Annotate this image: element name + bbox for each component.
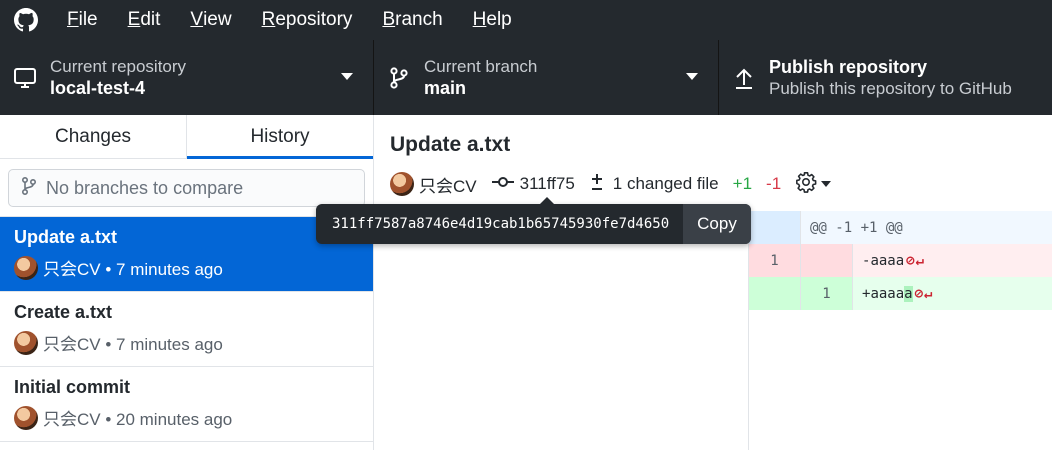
chevron-down-icon (686, 73, 698, 80)
commit-summary-title: Update a.txt (390, 133, 511, 156)
commit-details: Update a.txt 只会CV 311ff75 1 changed file… (375, 115, 1052, 450)
chevron-down-icon (821, 181, 832, 187)
avatar (14, 255, 38, 280)
diff-new-line-number: 1 (801, 277, 853, 310)
github-logo-icon (0, 0, 52, 40)
diff-new-line-number (801, 244, 853, 277)
commit-meta: 只会CV • 7 minutes ago (43, 335, 223, 354)
menu-branch[interactable]: Branch (367, 0, 457, 40)
tab-changes[interactable]: Changes (0, 115, 187, 158)
current-branch-value: main (424, 78, 467, 98)
no-newline-icon: ⊘ (906, 252, 915, 269)
toolbar: Current repository local-test-4 Current … (0, 40, 1052, 115)
menu-repository[interactable]: Repository (247, 0, 368, 40)
commit-sha-short[interactable]: 311ff75 (520, 174, 575, 194)
diff-old-line-number: 1 (749, 244, 801, 277)
diff-settings-button[interactable] (795, 171, 832, 198)
commit-title: Update a.txt (14, 227, 118, 247)
menu-file[interactable]: File (52, 0, 113, 40)
no-newline-icon: ⊘ (914, 285, 924, 302)
diff-highlight: a (904, 285, 913, 302)
current-repository-button[interactable]: Current repository local-test-4 (0, 40, 374, 115)
diff-text: aaaa (870, 252, 905, 269)
menu-edit[interactable]: Edit (113, 0, 176, 40)
branch-compare-input[interactable]: No branches to compare (8, 169, 365, 207)
diff-line-added[interactable]: 1 + aaaa a ⊘ ↵ (749, 277, 1052, 310)
branch-icon (374, 66, 424, 90)
diff-gutter (749, 211, 801, 244)
publish-repository-title: Publish repository (769, 57, 928, 77)
current-branch-button[interactable]: Current branch main (374, 40, 719, 115)
menu-bar: File Edit View Repository Branch Help (0, 0, 1052, 40)
diff-line-content: + aaaa a ⊘ ↵ (853, 277, 1052, 310)
commit-meta: 只会CV • 20 minutes ago (43, 410, 233, 429)
diff-hunk-header: @@ -1 +1 @@ (749, 211, 1052, 244)
desktop-icon (0, 67, 50, 89)
sidebar: Changes History No branches to compare U… (0, 115, 374, 450)
commit-title: Create a.txt (14, 302, 113, 322)
hunk-header-text: @@ -1 +1 @@ (810, 219, 903, 236)
sha-tooltip: 311ff7587a8746e4d19cab1b65745930fe7d4650… (316, 197, 751, 244)
avatar (390, 172, 414, 196)
commit-list-item[interactable]: Initial commit 只会CV • 20 minutes ago (0, 367, 373, 442)
diff-view: @@ -1 +1 @@ 1 - aaaa ⊘ ↵ 1 + aaaa a ⊘ ↵ (748, 211, 1052, 450)
upload-icon (719, 66, 769, 90)
publish-repository-desc: Publish this repository to GitHub (769, 79, 1012, 98)
avatar (14, 405, 38, 430)
chevron-down-icon (341, 73, 353, 80)
commit-icon (491, 174, 515, 194)
commit-list-item[interactable]: Create a.txt 只会CV • 7 minutes ago (0, 292, 373, 367)
copy-sha-button[interactable]: Copy (683, 204, 751, 244)
commit-author: 只会CV (419, 176, 477, 196)
current-repository-label: Current repository (50, 57, 187, 76)
return-icon: ↵ (924, 285, 933, 302)
avatar (14, 330, 38, 355)
changed-files-count: 1 changed file (612, 174, 719, 193)
gear-icon (795, 171, 817, 198)
commit-meta-row: 只会CV 311ff75 1 changed file +1 -1 (390, 171, 832, 198)
diff-line-content: - aaaa ⊘ ↵ (853, 244, 1052, 277)
additions-count: +1 (732, 174, 753, 193)
publish-repository-button[interactable]: Publish repository Publish this reposito… (719, 40, 1052, 115)
branch-icon (21, 176, 37, 201)
commit-sha-full: 311ff7587a8746e4d19cab1b65745930fe7d4650 (332, 216, 670, 232)
diff-icon (589, 172, 605, 197)
diff-line-deleted[interactable]: 1 - aaaa ⊘ ↵ (749, 244, 1052, 277)
compare-placeholder: No branches to compare (46, 177, 244, 198)
commit-title: Initial commit (14, 377, 131, 397)
diff-text: aaaa (870, 285, 905, 302)
tab-history[interactable]: History (187, 115, 373, 159)
diff-prefix: - (862, 252, 871, 269)
deletions-count: -1 (766, 174, 782, 193)
current-branch-label: Current branch (424, 57, 538, 76)
menu-view[interactable]: View (175, 0, 246, 40)
tab-bar: Changes History (0, 115, 373, 159)
menu-help[interactable]: Help (458, 0, 527, 40)
diff-prefix: + (862, 285, 871, 302)
current-repository-value: local-test-4 (50, 78, 146, 98)
return-icon: ↵ (915, 252, 925, 269)
diff-old-line-number (749, 277, 801, 310)
commit-meta: 只会CV • 7 minutes ago (43, 260, 223, 279)
